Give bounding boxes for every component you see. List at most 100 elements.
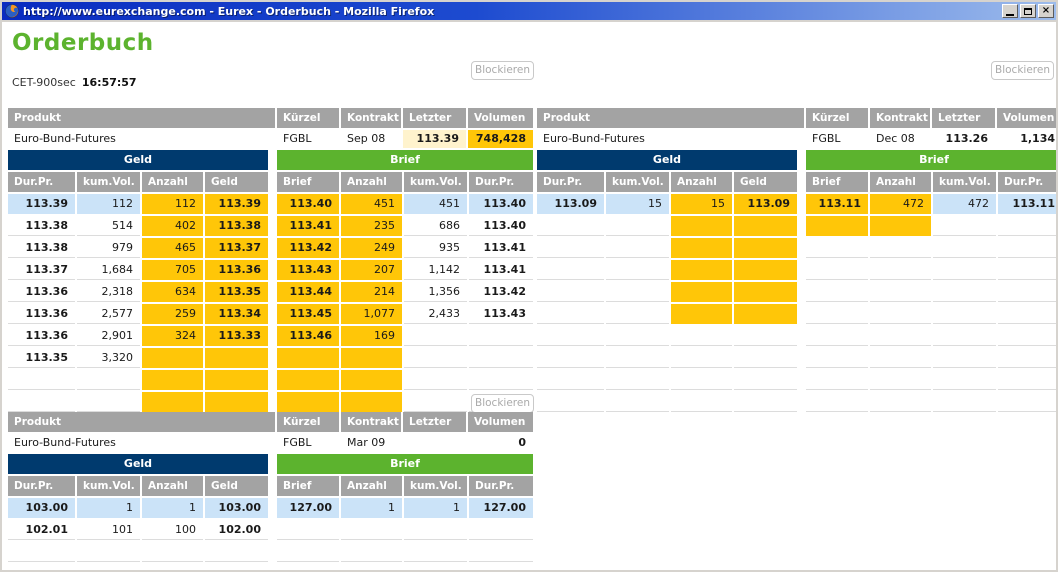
column-spacer (799, 194, 804, 214)
product-column-header: Produkt (8, 412, 275, 432)
depth-cell (8, 370, 75, 390)
depth-cell: 1,684 (77, 260, 140, 280)
depth-cell (404, 392, 467, 412)
product-symbol: FGBL (806, 130, 868, 148)
depth-cell (870, 348, 931, 368)
depth-cell: 112 (142, 194, 203, 214)
depth-cell (277, 392, 339, 412)
orderbook-table-sep08: ProduktKürzelKontraktLetzterVolumenEuro-… (8, 108, 533, 412)
firefox-icon (5, 4, 19, 18)
column-spacer (799, 150, 804, 170)
depth-cell: 113.35 (8, 348, 75, 368)
depth-cell: 935 (404, 238, 467, 258)
depth-cell (734, 392, 797, 412)
depth-cell (998, 326, 1056, 346)
depth-cell (870, 392, 931, 412)
depth-cell: 113.42 (469, 282, 533, 302)
column-spacer (799, 282, 804, 302)
column-spacer (270, 304, 275, 324)
depth-cell: 113.09 (734, 194, 797, 214)
depth-cell: 113.11 (998, 194, 1056, 214)
minimize-button[interactable] (1002, 4, 1018, 18)
depth-cell: 214 (341, 282, 402, 302)
depth-cell: 2,577 (77, 304, 140, 324)
depth-cell (404, 564, 467, 570)
depth-cell (671, 370, 732, 390)
depth-cell (734, 326, 797, 346)
depth-cell: 324 (142, 326, 203, 346)
depth-cell (734, 370, 797, 390)
depth-header-row: Dur.Pr.kum.Vol.AnzahlGeldBriefAnzahlkum.… (8, 172, 533, 192)
depth-column-header: Anzahl (671, 172, 732, 192)
depth-column-header: Brief (806, 172, 868, 192)
depth-column-header: Dur.Pr. (469, 476, 533, 496)
depth-cell (606, 326, 669, 346)
depth-cell: 2,901 (77, 326, 140, 346)
depth-cell: 207 (341, 260, 402, 280)
depth-cell (277, 348, 339, 368)
column-spacer (799, 348, 804, 368)
depth-cell: 1,356 (404, 282, 467, 302)
column-spacer (799, 392, 804, 412)
depth-cell: 259 (142, 304, 203, 324)
depth-cell: 113.34 (205, 304, 268, 324)
depth-cell (870, 238, 931, 258)
depth-column-header: Geld (734, 172, 797, 192)
depth-cell: 249 (341, 238, 402, 258)
depth-cell (537, 304, 604, 324)
product-column-header: Kürzel (277, 412, 339, 432)
depth-cell (142, 564, 203, 570)
depth-cell: 686 (404, 216, 467, 236)
blockieren-button-top-left[interactable]: Blockieren (471, 61, 534, 80)
depth-cell (341, 392, 402, 412)
ask-section-header: Brief (277, 454, 533, 474)
column-spacer (270, 476, 275, 496)
depth-cell (469, 370, 533, 390)
window-title: http://www.eurexchange.com - Eurex - Ord… (23, 5, 1000, 18)
clock-label: CET-900sec (12, 76, 76, 89)
close-button[interactable]: × (1038, 4, 1054, 18)
depth-cell (469, 326, 533, 346)
depth-cell: 465 (142, 238, 203, 258)
depth-column-header: Dur.Pr. (8, 476, 75, 496)
depth-column-header: Anzahl (341, 172, 402, 192)
maximize-button[interactable] (1020, 4, 1036, 18)
depth-cell: 113.39 (8, 194, 75, 214)
depth-cell (606, 216, 669, 236)
depth-cell (671, 238, 732, 258)
depth-header-row: Dur.Pr.kum.Vol.AnzahlGeldBriefAnzahlkum.… (8, 476, 533, 496)
depth-column-header: kum.Vol. (77, 172, 140, 192)
blockieren-button-top-right[interactable]: Blockieren (991, 61, 1054, 80)
depth-cell: 1,142 (404, 260, 467, 280)
depth-cell (933, 260, 996, 280)
depth-cell: 113.46 (277, 326, 339, 346)
depth-cell: 113.37 (8, 260, 75, 280)
product-column-header: Volumen (468, 412, 533, 432)
depth-cell (142, 542, 203, 562)
depth-cell: 127.00 (277, 498, 339, 518)
depth-column-header: kum.Vol. (404, 476, 467, 496)
product-grid: ProduktKürzelKontraktLetzterVolumenEuro-… (8, 108, 533, 148)
depth-cell (606, 304, 669, 324)
depth-cell (606, 238, 669, 258)
depth-cell: 15 (606, 194, 669, 214)
product-name: Euro-Bund-Futures (537, 130, 804, 148)
depth-header-row: Dur.Pr.kum.Vol.AnzahlGeldBriefAnzahlkum.… (537, 172, 1056, 192)
depth-rows: 113.39112112113.39113.40451451113.40113.… (8, 194, 533, 412)
blockieren-button-middle-left[interactable]: Blockieren (471, 394, 534, 413)
depth-cell: 113.45 (277, 304, 339, 324)
depth-cell: 2,433 (404, 304, 467, 324)
depth-cell: 472 (870, 194, 931, 214)
depth-cell (8, 564, 75, 570)
product-column-header: Kürzel (277, 108, 339, 128)
product-last-price: 113.26 (932, 130, 995, 148)
depth-cell (933, 282, 996, 302)
depth-cell (933, 392, 996, 412)
depth-column-header: Dur.Pr. (8, 172, 75, 192)
depth-cell (469, 542, 533, 562)
depth-cell: 113.35 (205, 282, 268, 302)
depth-cell: 100 (142, 520, 203, 540)
depth-column-header: Brief (277, 476, 339, 496)
product-symbol: FGBL (277, 130, 339, 148)
depth-cell (870, 216, 931, 236)
